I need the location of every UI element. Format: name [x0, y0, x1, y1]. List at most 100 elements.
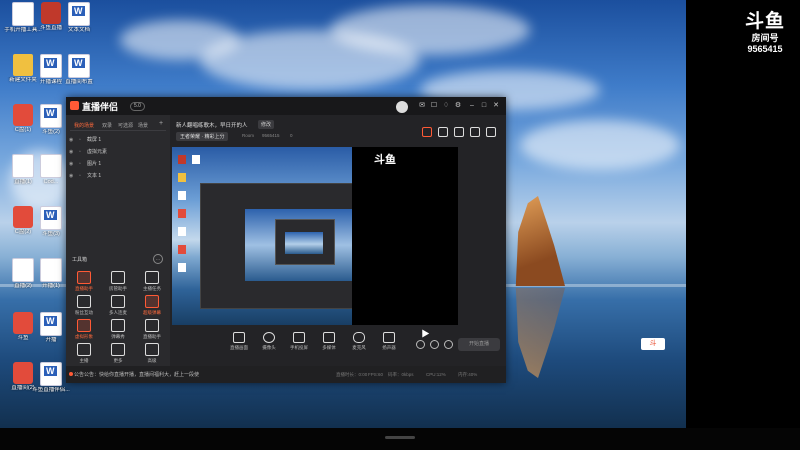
title-bar[interactable]: 直播伴侣 5.0 ✉ ☐ ♢ ⚙ – □ ✕ — [66, 97, 506, 115]
tool-label: 多人连麦 — [109, 310, 127, 315]
tool-label: 虚拟形象 — [75, 334, 93, 339]
doc-file-icon — [40, 154, 62, 178]
start-live-button[interactable]: 开始直播 — [458, 338, 500, 351]
source-row[interactable]: ◉ ▫ 图片 1 — [69, 160, 165, 169]
preview-douyu-logo: 斗鱼 — [374, 154, 396, 166]
rock-formation — [515, 196, 565, 286]
category-button[interactable]: 王者荣耀 · 精彩上分 — [176, 132, 229, 141]
screen-capture-button[interactable]: 直播画面 — [224, 332, 254, 351]
desktop-icon[interactable]: 文本文档 — [54, 2, 104, 34]
room-meta: Room — [242, 133, 255, 138]
tool-button[interactable]: 多人连麦 — [102, 295, 134, 316]
preview-icon — [178, 245, 186, 254]
microphone-button[interactable]: 麦克风 — [344, 332, 374, 351]
tool-button[interactable]: 粉丝互动 — [68, 295, 100, 316]
play-icon — [323, 332, 335, 343]
toolbox-more-icon[interactable]: … — [153, 254, 163, 264]
record-icon[interactable] — [438, 127, 448, 137]
tool-label: 主播任务 — [143, 286, 161, 291]
minimize-icon[interactable]: – — [468, 102, 476, 110]
source-label: 文本 1 — [87, 173, 102, 179]
tab-dual[interactable]: 双录 — [102, 122, 112, 129]
tool-button[interactable]: 虚拟形象 — [68, 319, 100, 340]
word-file-icon — [40, 362, 62, 386]
tool-button[interactable]: 高级 — [136, 343, 168, 364]
stat-memory: 内存:40% — [458, 372, 478, 377]
notice-text: 公告公告：快给你直播开播，直播间福利大，赶上一段使 — [74, 372, 200, 378]
tool-button[interactable]: 直播助手 — [68, 271, 100, 292]
tool-icon — [111, 319, 125, 332]
preview-side-panel — [352, 147, 458, 325]
tool-label: 更多 — [113, 358, 123, 363]
toolbox-heading: 工具箱 — [72, 257, 88, 263]
tool-icon — [145, 295, 159, 308]
share-icon[interactable] — [486, 127, 496, 137]
add-source-icon[interactable]: + — [159, 120, 163, 127]
tool-button[interactable]: 主播 — [68, 343, 100, 364]
app-icon — [70, 101, 79, 110]
desktop-icon-label: 斗鱼直播伴侣... — [32, 387, 70, 393]
drag-handle[interactable] — [385, 436, 415, 439]
record-toggle-icon[interactable] — [416, 340, 425, 349]
tool-icon — [145, 319, 159, 332]
user-avatar[interactable] — [396, 101, 408, 113]
bell-icon[interactable] — [470, 127, 480, 137]
desktop-icon-label: 直播间布置 — [65, 79, 93, 85]
stat-duration: 直播时长：0:00 — [336, 372, 368, 377]
tab-sources[interactable]: 可选源 — [118, 122, 133, 129]
source-row[interactable]: ◉ ▫ 文本 1 — [69, 172, 165, 181]
close-icon[interactable]: ✕ — [492, 102, 500, 110]
control-bar: 直播画面 摄像头 手机投屏 多媒体 麦克风 扬声器 开始直播 — [172, 329, 506, 365]
tool-icon — [111, 295, 125, 308]
settings-icon[interactable]: ⚙ — [454, 102, 462, 110]
phone-cast-button[interactable]: 手机投屏 — [284, 332, 314, 351]
tabs-divider — [70, 130, 166, 131]
floating-badge[interactable]: 斗 — [641, 338, 665, 350]
control-label: 扬声器 — [382, 345, 396, 350]
message-icon[interactable]: ✉ — [418, 102, 426, 110]
shirt-icon[interactable]: ♢ — [442, 102, 450, 110]
control-label: 摄像头 — [262, 345, 276, 350]
tool-button[interactable]: 房管助手 — [102, 271, 134, 292]
tool-icon — [111, 271, 125, 284]
tool-button[interactable]: 弹幕秀 — [102, 319, 134, 340]
tool-icon — [77, 343, 91, 356]
tool-icon — [77, 295, 91, 308]
source-label: 图片 1 — [87, 161, 102, 167]
preview-icon — [178, 263, 186, 272]
tool-button[interactable]: 超级弹幕 — [136, 295, 168, 316]
camera-icon — [263, 332, 275, 343]
gear-icon[interactable] — [444, 340, 453, 349]
gift-icon[interactable] — [422, 127, 432, 137]
tool-label: 主播 — [79, 358, 89, 363]
chart-icon[interactable] — [454, 127, 464, 137]
preview-icon — [178, 191, 186, 200]
tool-button[interactable]: 直播助手 — [136, 319, 168, 340]
speaker-button[interactable]: 扬声器 — [374, 332, 404, 351]
phone-icon — [293, 332, 305, 343]
status-icon[interactable] — [430, 340, 439, 349]
tab-scene[interactable]: 场景 — [138, 122, 148, 129]
desktop-icon[interactable]: 直播间布置 — [54, 54, 104, 86]
word-file-icon — [40, 206, 62, 230]
tab-my-scenes[interactable]: 我的场景 — [74, 122, 94, 129]
preview-icon — [178, 227, 186, 236]
tool-label: 直播助手 — [143, 334, 161, 339]
nested-preview-2 — [285, 232, 323, 254]
tool-label: 超级弹幕 — [143, 310, 161, 315]
control-label: 直播画面 — [230, 345, 248, 350]
maximize-icon[interactable]: □ — [480, 102, 488, 110]
media-button[interactable]: 多媒体 — [314, 332, 344, 351]
notice-icon — [69, 372, 73, 376]
logo-mark: 斗鱼 — [744, 11, 785, 32]
tool-button[interactable]: 主播任务 — [136, 271, 168, 292]
edit-title-button[interactable]: 修改 — [258, 120, 275, 129]
status-bar: 公告公告：快给你直播开播，直播间福利大，赶上一段使 直播时长：0:00 FPS:… — [66, 366, 506, 383]
feedback-icon[interactable]: ☐ — [430, 102, 438, 110]
source-row[interactable]: ◉ ▫ 虚拟元素 — [69, 148, 165, 157]
rock-reflection — [515, 288, 565, 378]
nested-app-window-2 — [275, 219, 335, 265]
source-row[interactable]: ◉ ▫ 截屏 1 — [69, 136, 165, 145]
camera-button[interactable]: 摄像头 — [254, 332, 284, 351]
tool-button[interactable]: 更多 — [102, 343, 134, 364]
